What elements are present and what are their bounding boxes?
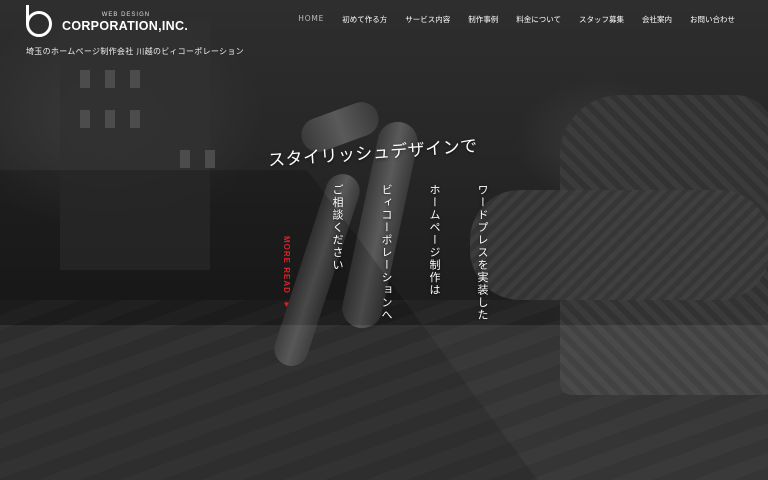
site-logo[interactable]: WEB DESIGN CORPORATION,INC. (26, 5, 189, 39)
background-overlay-band (0, 325, 768, 480)
background-sofa-seat (470, 190, 768, 300)
background-window (105, 110, 115, 128)
nav-item-services[interactable]: サービス内容 (396, 14, 459, 25)
background-window (180, 150, 190, 168)
nav-item-pricing[interactable]: 料金について (507, 14, 570, 25)
logo-subtitle: WEB DESIGN (101, 12, 151, 18)
logo-b-icon (26, 5, 56, 37)
background-window (205, 150, 215, 168)
background-window (80, 110, 90, 128)
background-window (80, 70, 90, 88)
background-window (130, 110, 140, 128)
nav-item-first-time[interactable]: 初めて作る方 (333, 14, 396, 25)
hero-line: ワードプレスを実装した (476, 184, 489, 322)
hero-line: ビィコーポレーションへ (380, 184, 393, 322)
nav-item-company[interactable]: 会社案内 (633, 14, 681, 25)
nav-item-contact[interactable]: お問い合わせ (681, 14, 744, 25)
more-read-label: MORE READ (282, 236, 291, 294)
nav-item-home[interactable]: HOME (289, 14, 333, 25)
background-window (130, 70, 140, 88)
chevron-down-icon: ▼ (282, 300, 291, 311)
background-window (105, 70, 115, 88)
nav-item-works[interactable]: 制作事例 (459, 14, 507, 25)
hero-line: ホームページ制作は (428, 184, 441, 297)
hero-line: ご相談ください (331, 184, 344, 272)
site-tagline: 埼玉のホームページ制作会社 川越のビィコーポレーション (26, 47, 244, 56)
more-read-link[interactable]: MORE READ ▼ (282, 236, 291, 310)
logo-wordmark: CORPORATION,INC. (62, 19, 189, 33)
main-nav: HOME 初めて作る方 サービス内容 制作事例 料金について スタッフ募集 会社… (289, 14, 744, 25)
nav-item-recruit[interactable]: スタッフ募集 (570, 14, 633, 25)
